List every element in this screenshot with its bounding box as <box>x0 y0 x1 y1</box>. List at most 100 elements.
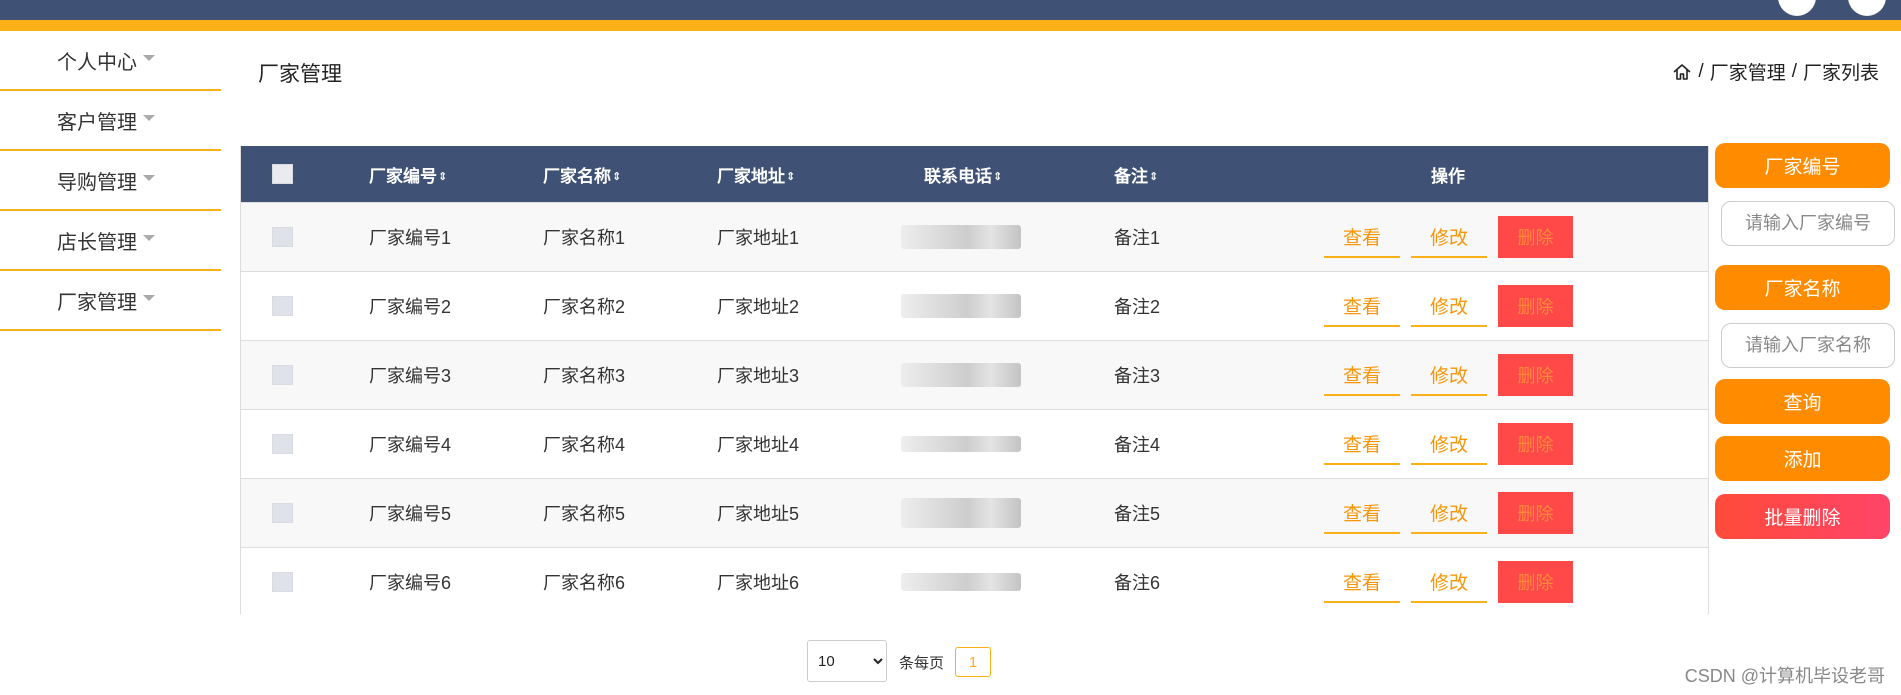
add-button[interactable]: 添加 <box>1715 436 1890 481</box>
column-header-label: 联系电话 <box>924 166 992 186</box>
delete-button[interactable]: 删除 <box>1498 216 1573 258</box>
settings-circle-icon[interactable] <box>1848 0 1886 16</box>
caret-down-icon <box>143 115 155 121</box>
edit-button[interactable]: 修改 <box>1411 423 1487 465</box>
breadcrumb-level1[interactable]: 厂家管理 <box>1710 58 1786 85</box>
sidebar-item-label: 导购管理 <box>57 171 137 194</box>
sidebar: 个人中心 客户管理 导购管理 店长管理 厂家管理 <box>0 31 221 331</box>
watermark: CSDN @计算机毕设老哥 <box>1684 666 1885 686</box>
edit-button[interactable]: 修改 <box>1411 492 1487 534</box>
sidebar-item-label: 客户管理 <box>57 111 137 134</box>
sidebar-item-manager-management[interactable]: 店长管理 <box>0 211 221 271</box>
column-header-label: 备注 <box>1114 166 1148 186</box>
edit-button[interactable]: 修改 <box>1411 285 1487 327</box>
batch-delete-button[interactable]: 批量删除 <box>1715 494 1890 539</box>
page-number-button[interactable]: 1 <box>955 647 991 677</box>
top-nav-bar <box>0 0 1901 20</box>
cell-code: 厂家编号4 <box>369 435 452 455</box>
view-button[interactable]: 查看 <box>1324 216 1400 258</box>
sidebar-item-label: 店长管理 <box>57 231 137 254</box>
code-search-input[interactable] <box>1721 201 1895 246</box>
delete-button[interactable]: 删除 <box>1498 423 1573 465</box>
select-all-checkbox[interactable] <box>272 164 293 184</box>
row-checkbox[interactable] <box>272 227 293 247</box>
view-button[interactable]: 查看 <box>1324 492 1400 534</box>
page-title: 厂家管理 <box>258 63 342 86</box>
row-checkbox[interactable] <box>272 572 293 592</box>
cell-code: 厂家编号1 <box>369 228 452 248</box>
cell-name: 厂家名称5 <box>543 504 626 524</box>
column-header-code[interactable]: 厂家编号⇕ <box>369 162 447 187</box>
cell-address: 厂家地址5 <box>717 504 800 524</box>
user-avatar-icon[interactable] <box>1778 0 1816 16</box>
cell-name: 厂家名称4 <box>543 435 626 455</box>
column-header-phone[interactable]: 联系电话⇕ <box>924 162 1002 187</box>
home-icon[interactable] <box>1672 62 1692 82</box>
query-button[interactable]: 查询 <box>1715 379 1890 424</box>
cell-address: 厂家地址1 <box>717 228 800 248</box>
sort-icon[interactable]: ⇕ <box>993 172 1002 183</box>
edit-button[interactable]: 修改 <box>1411 354 1487 396</box>
view-button[interactable]: 查看 <box>1324 423 1400 465</box>
row-checkbox[interactable] <box>272 365 293 385</box>
sidebar-item-personal-center[interactable]: 个人中心 <box>0 31 221 91</box>
top-accent-stripe <box>0 20 1901 31</box>
sidebar-item-customer-management[interactable]: 客户管理 <box>0 91 221 151</box>
sidebar-item-guide-management[interactable]: 导购管理 <box>0 151 221 211</box>
cell-address: 厂家地址6 <box>717 573 800 593</box>
delete-button[interactable]: 删除 <box>1498 492 1573 534</box>
page-size-select[interactable]: 10 <box>807 640 887 682</box>
cell-phone-redacted <box>901 498 1021 528</box>
column-header-name[interactable]: 厂家名称⇕ <box>543 162 621 187</box>
name-search-label: 厂家名称 <box>1715 265 1890 310</box>
row-checkbox[interactable] <box>272 296 293 316</box>
sidebar-item-label: 个人中心 <box>57 51 137 74</box>
cell-note: 备注5 <box>1114 504 1161 524</box>
cell-code: 厂家编号5 <box>369 504 452 524</box>
view-button[interactable]: 查看 <box>1324 285 1400 327</box>
row-checkbox[interactable] <box>272 503 293 523</box>
query-button-wrap: 查询 <box>1715 379 1890 424</box>
caret-down-icon <box>143 175 155 181</box>
table-row: 厂家编号5 厂家名称5 厂家地址5 备注5 查看 修改 删除 <box>241 478 1708 547</box>
name-search-group: 厂家名称 <box>1715 265 1890 310</box>
cell-note: 备注1 <box>1114 228 1161 248</box>
cell-phone-redacted <box>901 363 1021 387</box>
column-header-label: 厂家名称 <box>543 166 611 186</box>
name-search-input[interactable] <box>1721 323 1895 368</box>
column-header-label: 厂家编号 <box>369 166 437 186</box>
column-header-address[interactable]: 厂家地址⇕ <box>717 162 795 187</box>
sort-icon[interactable]: ⇕ <box>612 172 621 183</box>
sort-icon[interactable]: ⇕ <box>786 172 795 183</box>
sort-icon[interactable]: ⇕ <box>438 172 447 183</box>
cell-phone-redacted <box>901 294 1021 318</box>
batch-delete-wrap: 批量删除 <box>1715 494 1890 539</box>
sort-icon[interactable]: ⇕ <box>1149 172 1158 183</box>
sidebar-item-manufacturer-management[interactable]: 厂家管理 <box>0 271 221 331</box>
cell-name: 厂家名称2 <box>543 297 626 317</box>
view-button[interactable]: 查看 <box>1324 561 1400 603</box>
cell-address: 厂家地址4 <box>717 435 800 455</box>
per-page-label: 条每页 <box>899 655 945 672</box>
delete-button[interactable]: 删除 <box>1498 561 1573 603</box>
delete-button[interactable]: 删除 <box>1498 285 1573 327</box>
sidebar-item-label: 厂家管理 <box>57 291 137 314</box>
row-checkbox[interactable] <box>272 434 293 454</box>
breadcrumb-separator: / <box>1791 60 1797 82</box>
cell-code: 厂家编号2 <box>369 297 452 317</box>
table-row: 厂家编号3 厂家名称3 厂家地址3 备注3 查看 修改 删除 <box>241 340 1708 409</box>
table-row: 厂家编号4 厂家名称4 厂家地址4 备注4 查看 修改 删除 <box>241 409 1708 478</box>
cell-name: 厂家名称1 <box>543 228 626 248</box>
cell-code: 厂家编号6 <box>369 573 452 593</box>
delete-button[interactable]: 删除 <box>1498 354 1573 396</box>
cell-note: 备注2 <box>1114 297 1161 317</box>
column-header-actions: 操作 <box>1431 166 1465 186</box>
breadcrumb: / 厂家管理 / 厂家列表 <box>1672 58 1879 85</box>
column-header-note[interactable]: 备注⇕ <box>1114 162 1158 187</box>
edit-button[interactable]: 修改 <box>1411 216 1487 258</box>
view-button[interactable]: 查看 <box>1324 354 1400 396</box>
column-header-label: 厂家地址 <box>717 166 785 186</box>
breadcrumb-separator: / <box>1698 60 1704 82</box>
edit-button[interactable]: 修改 <box>1411 561 1487 603</box>
cell-note: 备注4 <box>1114 435 1161 455</box>
